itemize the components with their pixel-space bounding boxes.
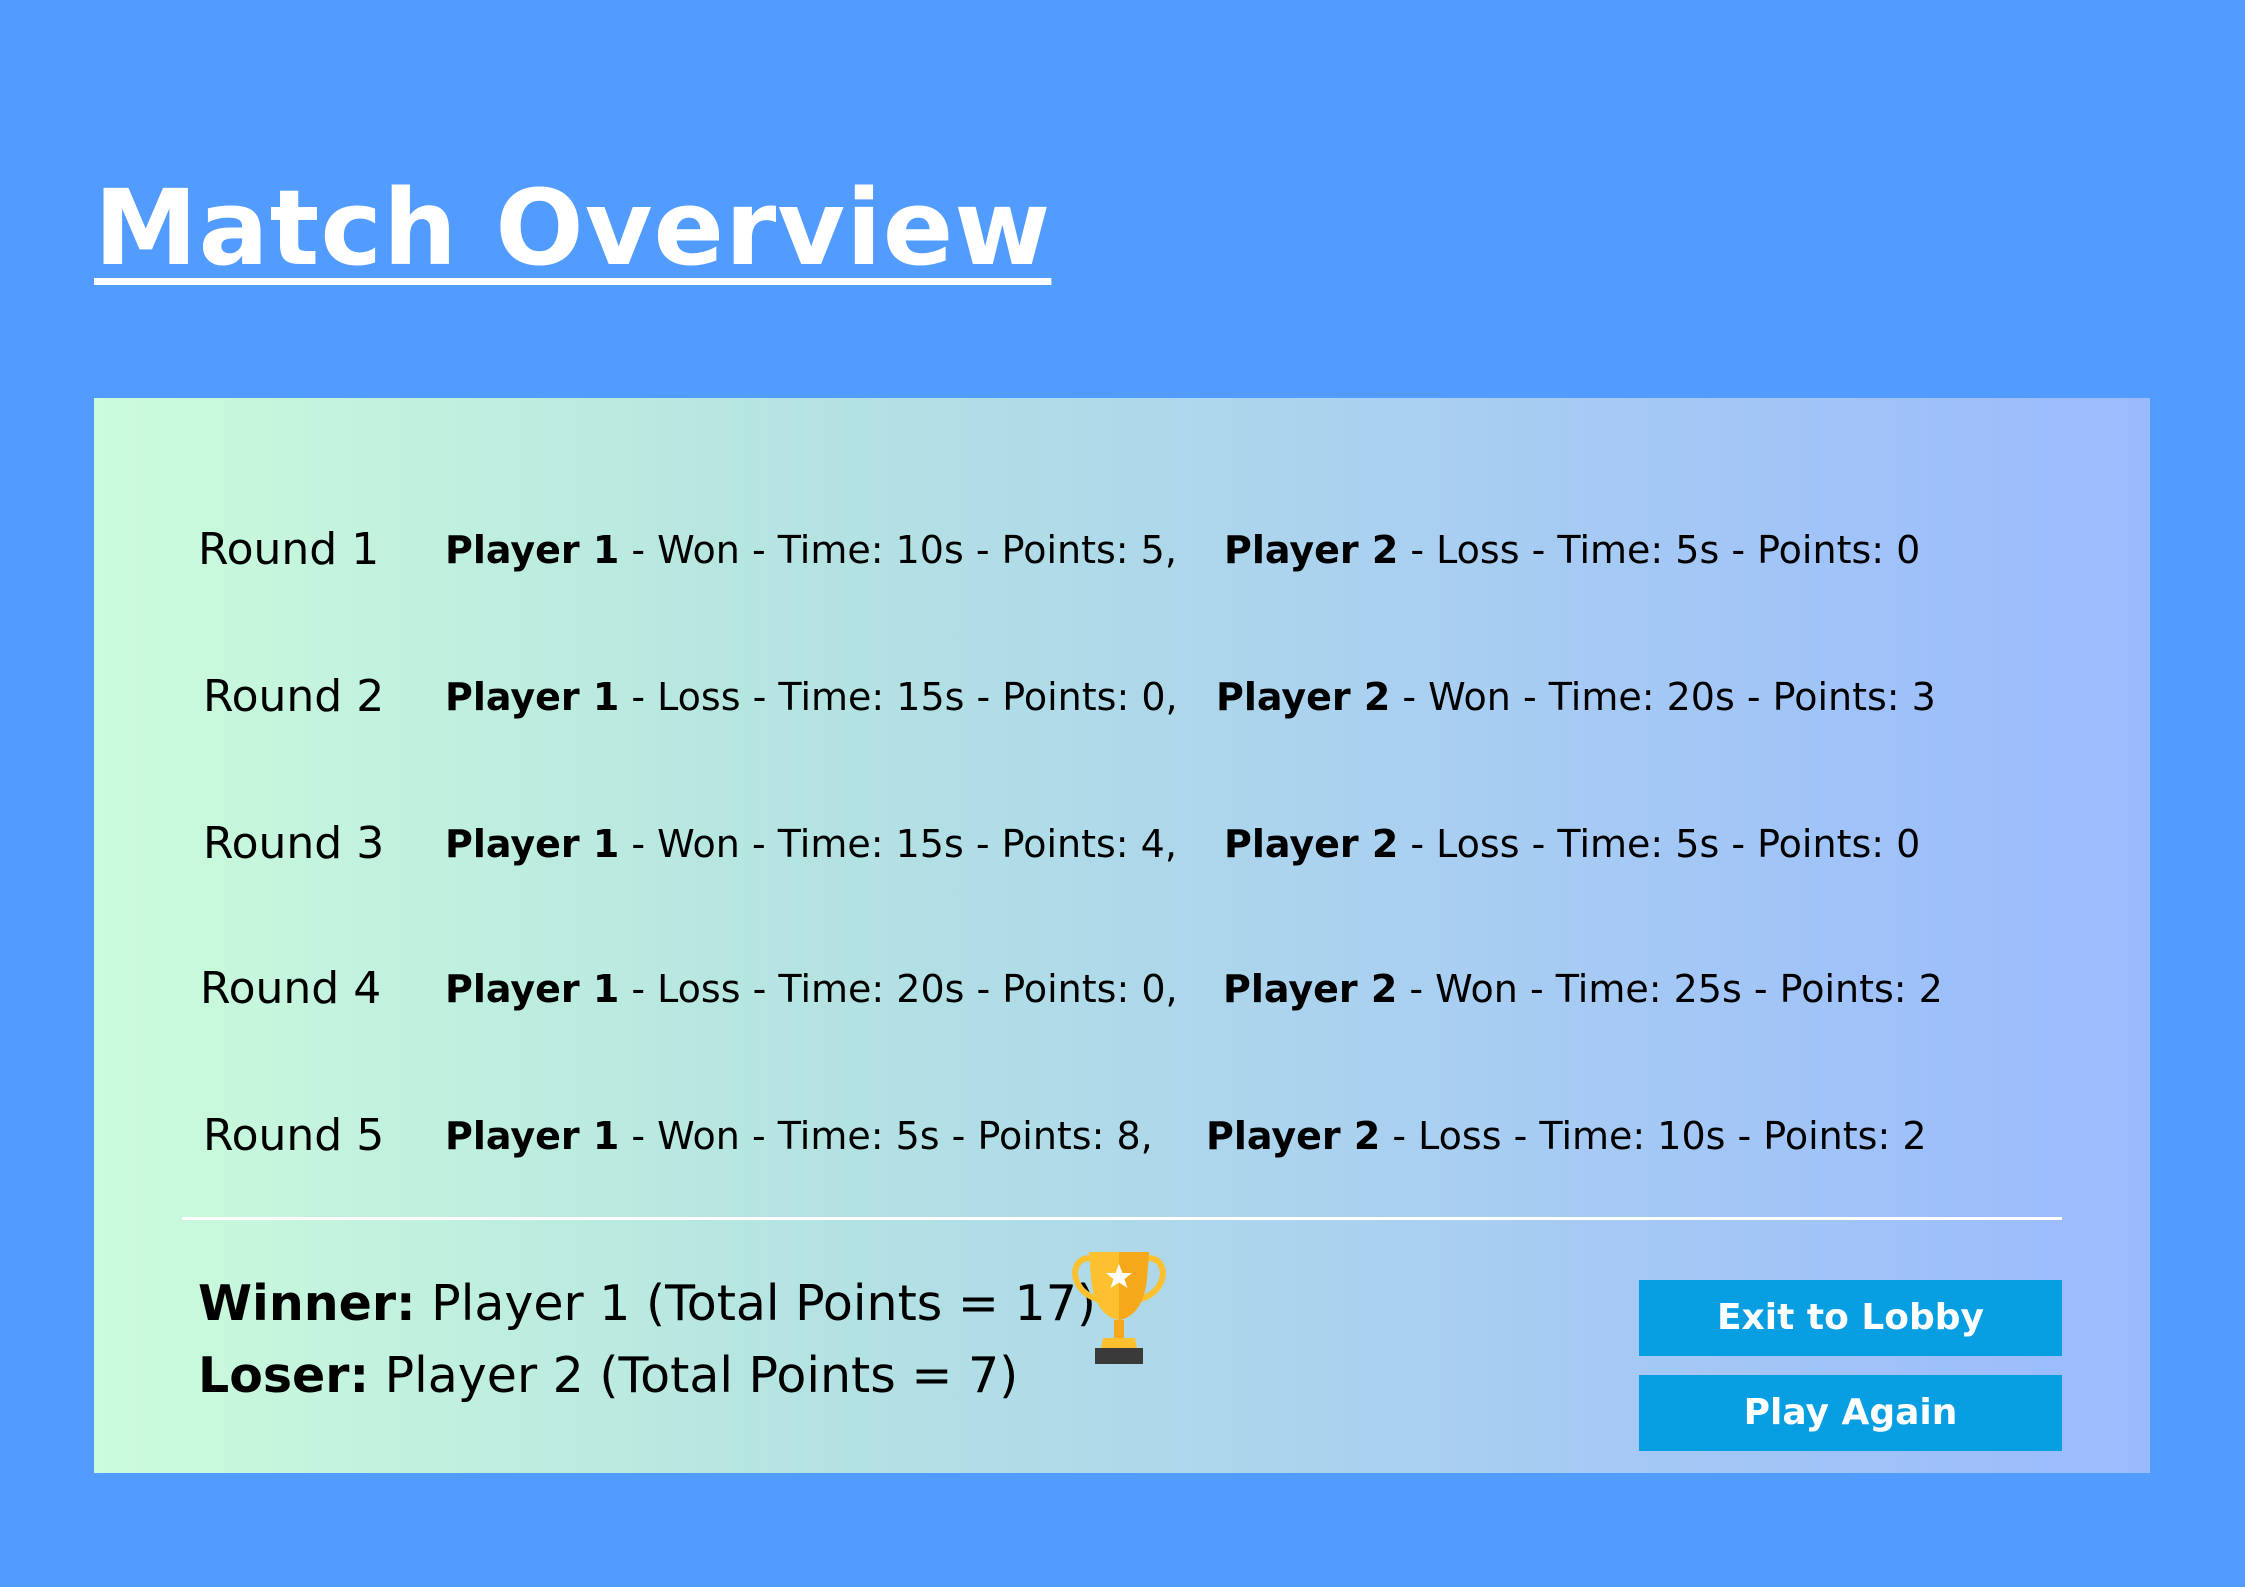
player-detail: - Won - Time: 10s - Points: 5,	[619, 528, 1177, 572]
player-name: Player 1	[445, 675, 620, 719]
round-label: Round 3	[203, 818, 385, 869]
round-label: Round 4	[200, 963, 382, 1014]
player-detail: - Won - Time: 15s - Points: 4,	[619, 822, 1177, 866]
player-detail: - Loss - Time: 10s - Points: 2	[1380, 1114, 1927, 1158]
loser-label: Loser:	[198, 1347, 370, 1404]
player-name: Player 2	[1206, 1114, 1381, 1158]
exit-to-lobby-button[interactable]: Exit to Lobby	[1639, 1280, 2062, 1356]
winner-text: Player 1 (Total Points = 17)	[415, 1275, 1096, 1332]
winner-line: Winner: Player 1 (Total Points = 17)	[198, 1268, 1096, 1340]
page-title: Match Overview	[94, 167, 1052, 289]
round-label: Round 2	[203, 671, 385, 722]
player-detail: - Won - Time: 20s - Points: 3	[1390, 675, 1936, 719]
trophy-icon	[1072, 1252, 1166, 1364]
player-name: Player 1	[445, 967, 620, 1011]
player1-result: Player 1 - Won - Time: 15s - Points: 4,	[445, 809, 1177, 879]
loser-text: Player 2 (Total Points = 7)	[369, 1347, 1019, 1404]
play-again-button[interactable]: Play Again	[1639, 1375, 2062, 1451]
player-detail: - Won - Time: 25s - Points: 2	[1397, 967, 1943, 1011]
player-name: Player 1	[445, 822, 620, 866]
player-name: Player 1	[445, 528, 620, 572]
loser-line: Loser: Player 2 (Total Points = 7)	[198, 1340, 1018, 1412]
divider	[182, 1217, 2062, 1220]
player-detail: - Loss - Time: 15s - Points: 0,	[619, 675, 1178, 719]
player1-result: Player 1 - Won - Time: 10s - Points: 5,	[445, 515, 1177, 585]
winner-label: Winner:	[198, 1275, 416, 1332]
player1-result: Player 1 - Won - Time: 5s - Points: 8,	[445, 1101, 1153, 1171]
round-label: Round 1	[198, 524, 380, 575]
player-name: Player 2	[1224, 528, 1399, 572]
player2-result: Player 2 - Loss - Time: 5s - Points: 0	[1224, 809, 1920, 879]
player-detail: - Won - Time: 5s - Points: 8,	[619, 1114, 1153, 1158]
player2-result: Player 2 - Won - Time: 20s - Points: 3	[1216, 662, 1936, 732]
player-name: Player 2	[1216, 675, 1391, 719]
player-name: Player 1	[445, 1114, 620, 1158]
round-label: Round 5	[203, 1110, 385, 1161]
player2-result: Player 2 - Loss - Time: 10s - Points: 2	[1206, 1101, 1927, 1171]
player-detail: - Loss - Time: 20s - Points: 0,	[619, 967, 1178, 1011]
match-summary-panel: Round 1 Player 1 - Won - Time: 10s - Poi…	[94, 398, 2150, 1473]
player-name: Player 2	[1224, 822, 1399, 866]
player-detail: - Loss - Time: 5s - Points: 0	[1398, 528, 1921, 572]
player-detail: - Loss - Time: 5s - Points: 0	[1398, 822, 1921, 866]
player-name: Player 2	[1223, 967, 1398, 1011]
player2-result: Player 2 - Loss - Time: 5s - Points: 0	[1224, 515, 1920, 585]
player2-result: Player 2 - Won - Time: 25s - Points: 2	[1223, 954, 1943, 1024]
player1-result: Player 1 - Loss - Time: 20s - Points: 0,	[445, 954, 1178, 1024]
player1-result: Player 1 - Loss - Time: 15s - Points: 0,	[445, 662, 1178, 732]
